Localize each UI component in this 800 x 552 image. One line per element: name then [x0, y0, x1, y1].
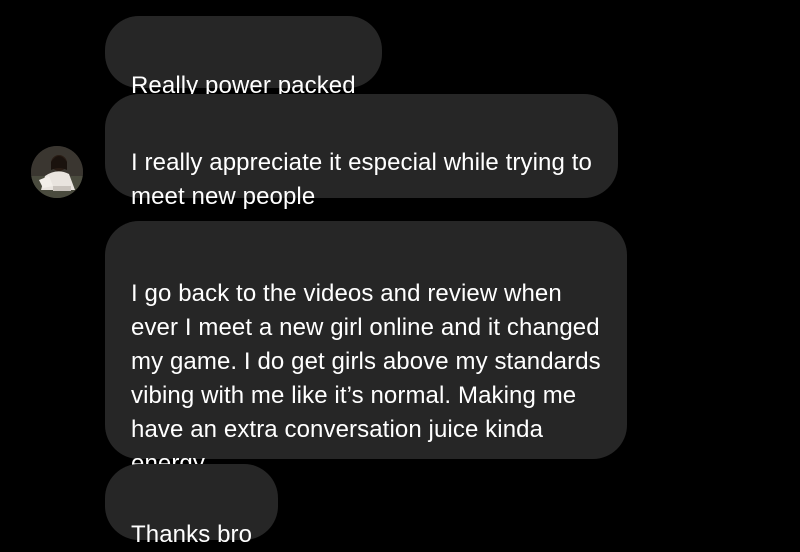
message-thread: Really power packed I really appreciate … [0, 0, 800, 548]
message-text: Thanks bro [131, 521, 253, 548]
message-text: I really appreciate it especial while tr… [131, 149, 592, 210]
message-bubble[interactable]: Really power packed [105, 16, 382, 99]
message-text: I go back to the videos and review when … [131, 280, 601, 477]
message-bubble[interactable]: Thanks bro [105, 464, 279, 548]
message-bubble[interactable]: I really appreciate it especial while tr… [105, 94, 618, 210]
message-bubble[interactable]: I go back to the videos and review when … [105, 221, 627, 477]
sender-avatar[interactable] [31, 146, 83, 198]
avatar-photo-icon [31, 146, 83, 198]
